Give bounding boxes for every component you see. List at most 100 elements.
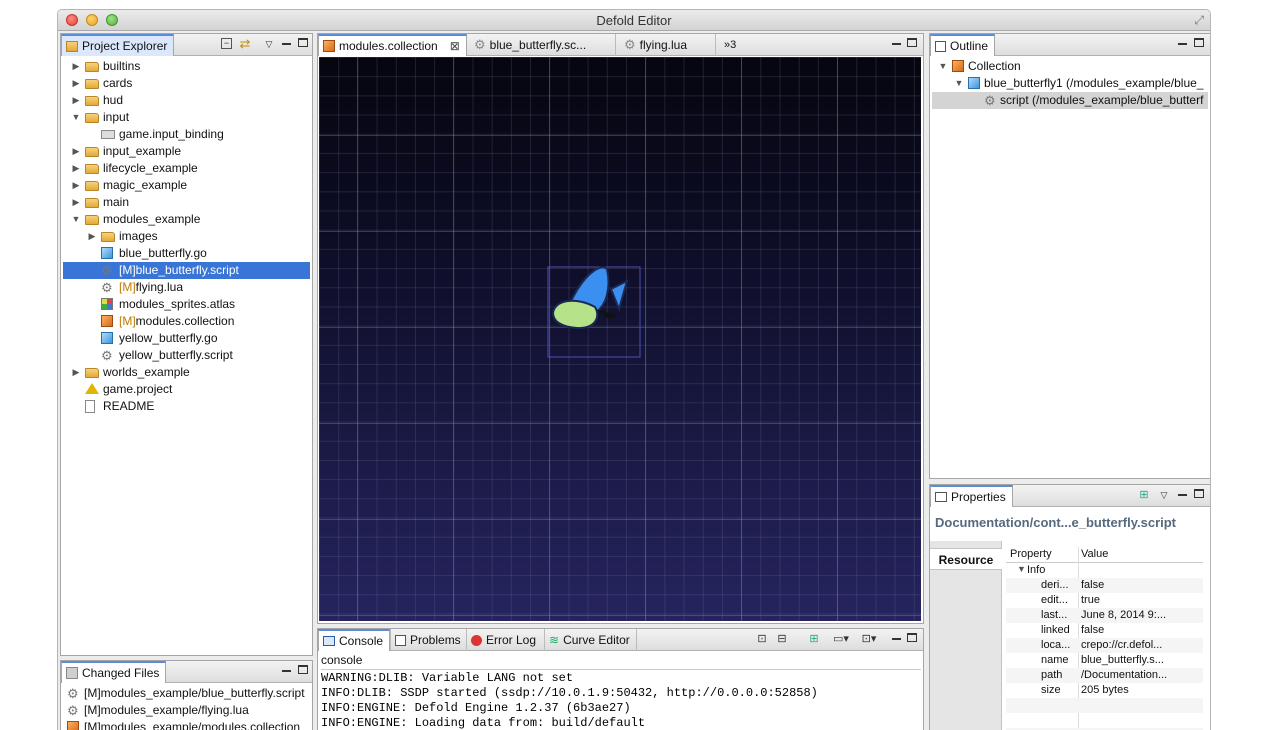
tree-item-label: modules_example xyxy=(103,211,200,228)
clear-console-icon[interactable]: ⊡ xyxy=(756,633,768,645)
tab-curve-editor[interactable]: ≋ Curve Editor xyxy=(544,629,637,651)
maximize-icon[interactable] xyxy=(1194,38,1204,47)
project-tree-item[interactable]: blue_butterfly.go xyxy=(63,245,310,262)
project-tree-item[interactable]: ▶ lifecycle_example xyxy=(63,160,310,177)
maximize-icon[interactable] xyxy=(907,38,917,47)
pin-console-icon[interactable]: ⊞ xyxy=(808,633,820,645)
outline-item[interactable]: ▼ blue_butterfly1 (/modules_example/blue_ xyxy=(932,75,1208,92)
property-row[interactable]: last... June 8, 2014 9:... xyxy=(1006,608,1203,623)
project-tree-item[interactable]: ▶ cards xyxy=(63,75,310,92)
view-menu-icon[interactable]: ▽ xyxy=(1158,489,1170,501)
project-tree-item[interactable]: game.project xyxy=(63,381,310,398)
property-row[interactable]: size 205 bytes xyxy=(1006,683,1203,698)
changed-file-item[interactable]: ⚙ [M]modules_example/flying.lua xyxy=(63,702,310,719)
collection-icon xyxy=(323,40,335,52)
project-tree-item[interactable]: ▶ main xyxy=(63,194,310,211)
project-tree-item[interactable]: ▼ input xyxy=(63,109,310,126)
tab-blue-butterfly-script[interactable]: ⚙ blue_butterfly.sc... xyxy=(470,34,616,56)
expanded-arrow-icon[interactable]: ▼ xyxy=(1017,564,1026,574)
tab-resource[interactable]: Resource xyxy=(930,548,1002,570)
minimize-icon[interactable] xyxy=(282,39,291,45)
project-tree-item[interactable]: modules_sprites.atlas xyxy=(63,296,310,313)
outline-item[interactable]: ▼ Collection xyxy=(932,58,1208,75)
view-menu-icon[interactable]: ▽ xyxy=(263,38,275,50)
changed-file-item[interactable]: ⚙ [M]modules_example/blue_butterfly.scrip… xyxy=(63,685,310,702)
project-tree-item[interactable]: ⚙ yellow_butterfly.script xyxy=(63,347,310,364)
tree-item-label: game.project xyxy=(103,381,172,398)
maximize-icon[interactable] xyxy=(907,633,917,642)
link-with-editor-icon[interactable]: ⇄ xyxy=(239,37,251,50)
property-key: path xyxy=(1041,669,1063,681)
property-row[interactable]: deri... false xyxy=(1006,578,1203,593)
tab-project-explorer[interactable]: Project Explorer xyxy=(61,34,175,56)
project-tree-item[interactable]: ▶ images xyxy=(63,228,310,245)
tab-outline[interactable]: Outline xyxy=(930,34,996,56)
property-row[interactable]: loca... crepo://cr.defol... xyxy=(1006,638,1203,653)
property-row[interactable]: edit... true xyxy=(1006,593,1203,608)
project-tree-item[interactable]: ▶ builtins xyxy=(63,58,310,75)
collapsed-arrow-icon[interactable]: ▶ xyxy=(71,143,81,160)
maximize-icon[interactable] xyxy=(298,38,308,47)
expanded-arrow-icon[interactable]: ▼ xyxy=(954,75,964,92)
expanded-arrow-icon[interactable]: ▼ xyxy=(71,211,81,228)
collapsed-arrow-icon[interactable]: ▶ xyxy=(71,92,81,109)
project-tree-item[interactable]: ▼ modules_example xyxy=(63,211,310,228)
minimize-icon[interactable] xyxy=(1178,490,1187,496)
property-row[interactable]: name blue_butterfly.s... xyxy=(1006,653,1203,668)
column-header-property[interactable]: Property xyxy=(1010,548,1052,560)
tab-overflow-button[interactable]: »3 xyxy=(720,34,742,56)
project-tree-item[interactable]: ⚙ [M]flying.lua xyxy=(63,279,310,296)
tab-console[interactable]: Console xyxy=(318,629,391,651)
outline-item[interactable]: ⚙ script (/modules_example/blue_butterf xyxy=(932,92,1208,109)
expanded-arrow-icon[interactable]: ▼ xyxy=(938,58,948,75)
collapsed-arrow-icon[interactable]: ▶ xyxy=(71,194,81,211)
close-tab-icon[interactable]: ⊠ xyxy=(450,39,460,53)
expanded-arrow-icon[interactable]: ▼ xyxy=(71,109,81,126)
tab-properties[interactable]: Properties xyxy=(930,485,1013,507)
project-tree-item[interactable]: ⚙ [M]blue_butterfly.script xyxy=(63,262,310,279)
project-tree-item[interactable]: ▶ worlds_example xyxy=(63,364,310,381)
tab-changed-files[interactable]: Changed Files xyxy=(61,661,167,683)
maximize-icon[interactable] xyxy=(1194,489,1204,498)
minimize-icon[interactable] xyxy=(282,666,291,672)
project-tree-item[interactable]: README xyxy=(63,398,310,415)
collapsed-arrow-icon[interactable]: ▶ xyxy=(71,177,81,194)
project-tree-item[interactable]: ▶ hud xyxy=(63,92,310,109)
minimize-icon[interactable] xyxy=(892,634,901,640)
tab-error-log[interactable]: Error Log xyxy=(466,629,542,651)
tab-problems[interactable]: Problems xyxy=(390,629,467,651)
collapsed-arrow-icon[interactable]: ▶ xyxy=(71,58,81,75)
scene-view[interactable] xyxy=(319,57,921,621)
scroll-lock-icon[interactable]: ⊟ xyxy=(776,633,788,645)
project-tree-item[interactable]: [M]modules.collection xyxy=(63,313,310,330)
fullscreen-icon[interactable]: ⤢ xyxy=(1194,13,1204,28)
project-tree-item[interactable]: ▶ magic_example xyxy=(63,177,310,194)
tree-item-label: builtins xyxy=(103,58,140,75)
maximize-icon[interactable] xyxy=(298,665,308,674)
outline-panel: Outline ▼ Collection ▼ blue_butterfly1 (/mo… xyxy=(929,33,1210,479)
collapsed-arrow-icon[interactable]: ▶ xyxy=(71,364,81,381)
property-row[interactable]: linked false xyxy=(1006,623,1203,638)
collapsed-arrow-icon[interactable]: ▶ xyxy=(71,75,81,92)
column-header-value[interactable]: Value xyxy=(1081,548,1108,560)
tab-modules-collection[interactable]: modules.collection ⊠ xyxy=(318,34,467,56)
properties-header: Properties ⊞ ▽ xyxy=(930,485,1210,507)
project-tree-item[interactable]: ▶ input_example xyxy=(63,143,310,160)
console-output[interactable]: WARNING:DLIB: Variable LANG not set INFO:… xyxy=(321,669,921,730)
tab-flying-lua[interactable]: ⚙ flying.lua xyxy=(620,34,716,56)
collapsed-arrow-icon[interactable]: ▶ xyxy=(87,228,97,245)
property-row[interactable]: path/Documentation... xyxy=(1006,668,1203,683)
property-group-info[interactable]: ▼ Info xyxy=(1006,563,1203,578)
pin-properties-icon[interactable]: ⊞ xyxy=(1138,489,1150,501)
butterfly-sprite[interactable] xyxy=(319,57,921,621)
project-tree-item[interactable]: yellow_butterfly.go xyxy=(63,330,310,347)
project-tree-item[interactable]: game.input_binding xyxy=(63,126,310,143)
minimize-icon[interactable] xyxy=(1178,39,1187,45)
changed-files-panel: Changed Files ⚙ [M]modules_example/blue_b… xyxy=(60,660,313,730)
open-console-icon[interactable]: ⊡▾ xyxy=(858,633,880,645)
collapsed-arrow-icon[interactable]: ▶ xyxy=(71,160,81,177)
display-console-icon[interactable]: ▭▾ xyxy=(830,633,852,645)
collapse-all-icon[interactable]: − xyxy=(221,38,232,49)
minimize-icon[interactable] xyxy=(892,39,901,45)
changed-file-item[interactable]: [M]modules_example/modules.collection xyxy=(63,719,310,730)
